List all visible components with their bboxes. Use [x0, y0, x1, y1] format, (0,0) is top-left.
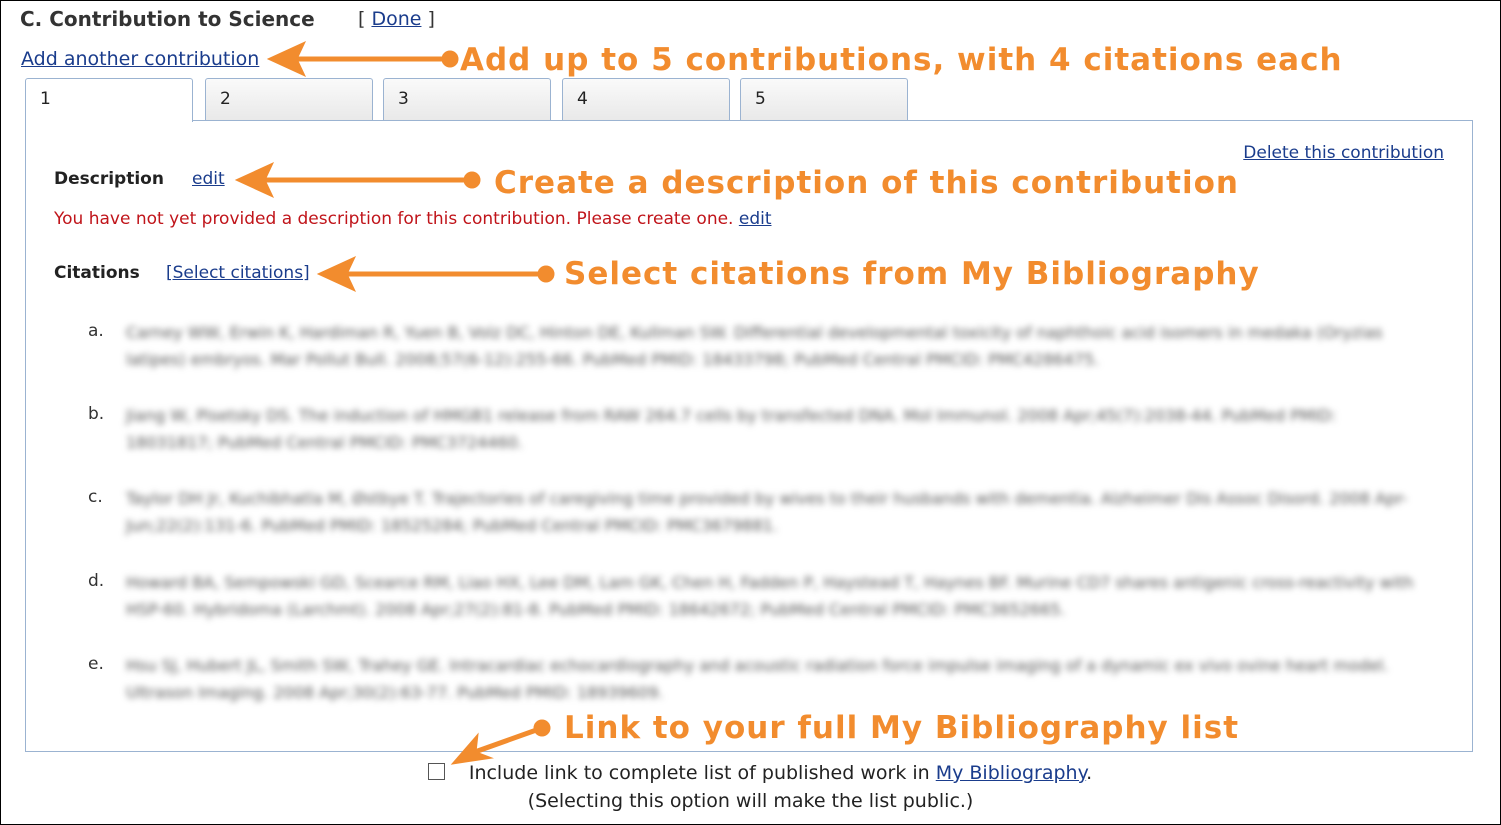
citation-text: Carney WW, Erwin K, Hardiman R, Yuen B, …	[126, 323, 1383, 369]
tab-2[interactable]: 2	[205, 78, 373, 120]
citation-text: Howard BA, Sempowski GD, Scearce RM, Lia…	[126, 573, 1414, 619]
citation-text: Hsu SJ, Hubert JL, Smith SW, Trahey GE. …	[126, 656, 1389, 702]
select-citations-link[interactable]: [Select citations]	[166, 263, 310, 283]
include-link-label: Include link to complete list of publish…	[468, 762, 936, 784]
include-link-line: Include link to complete list of publish…	[0, 762, 1501, 784]
warning-text: You have not yet provided a description …	[54, 209, 734, 229]
add-contribution-link[interactable]: Add another contribution	[21, 48, 259, 70]
done-bracket-close: ]	[421, 8, 435, 30]
callout-create-description: Create a description of this contributio…	[494, 165, 1239, 201]
public-note: (Selecting this option will make the lis…	[527, 790, 974, 812]
description-warning: You have not yet provided a description …	[54, 209, 772, 229]
tab-1[interactable]: 1	[25, 78, 193, 122]
section-title: C. Contribution to Science	[20, 7, 315, 31]
citation-text: Jiang W, Pisetsky DS. The induction of H…	[126, 406, 1337, 452]
description-edit-link[interactable]: edit	[192, 169, 225, 189]
done-bracket-open: [	[358, 8, 372, 30]
my-bibliography-link[interactable]: My Bibliography	[936, 762, 1086, 784]
callout-add-contributions: Add up to 5 contributions, with 4 citati…	[460, 42, 1343, 78]
callout-select-citations: Select citations from My Bibliography	[564, 256, 1260, 292]
citation-letter: c.	[88, 487, 103, 507]
citation-letter: a.	[88, 321, 104, 341]
citations-label: Citations	[54, 263, 140, 283]
done-wrapper: [ Done ]	[358, 8, 435, 30]
citation-letter: b.	[88, 404, 105, 424]
delete-contribution-link[interactable]: Delete this contribution	[1243, 143, 1444, 163]
done-link[interactable]: Done	[371, 8, 421, 30]
tab-5[interactable]: 5	[740, 78, 908, 120]
tab-4[interactable]: 4	[562, 78, 730, 120]
period: .	[1086, 762, 1093, 784]
citation-letter: d.	[88, 571, 105, 591]
contribution-panel: Delete this contribution Description edi…	[25, 120, 1473, 752]
tab-3[interactable]: 3	[383, 78, 551, 120]
description-label: Description	[54, 169, 164, 189]
citation-letter: e.	[88, 654, 104, 674]
citation-text: Taylor DH Jr, Kuchibhatla M, Østbye T. T…	[126, 489, 1408, 535]
warning-edit-link[interactable]: edit	[739, 209, 772, 229]
callout-link-bibliography: Link to your full My Bibliography list	[564, 710, 1240, 746]
